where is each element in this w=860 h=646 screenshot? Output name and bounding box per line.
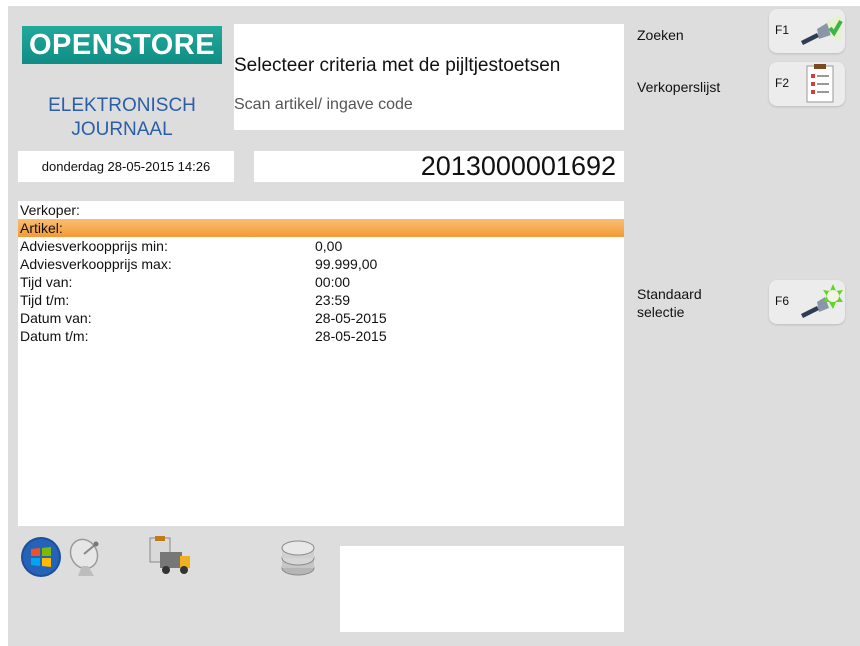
criteria-row-prijs-max[interactable]: Adviesverkoopprijs max: 99.999,00 [18, 255, 624, 273]
criteria-row-tijd-tm[interactable]: Tijd t/m: 23:59 [18, 291, 624, 309]
openstore-logo: OPENSTORE [22, 26, 222, 64]
zoeken-label: Zoeken [637, 27, 684, 43]
standaard-selectie-button[interactable]: F6 [769, 280, 845, 324]
criteria-label: Artikel: [20, 220, 63, 236]
criteria-label: Tijd t/m: [20, 292, 70, 308]
criteria-value: 00:00 [315, 274, 351, 290]
criteria-label: Adviesverkoopprijs min: [20, 238, 168, 254]
criteria-value: 23:59 [315, 292, 351, 308]
f6-key-label: F6 [775, 294, 790, 308]
delivery-truck-icon[interactable] [146, 536, 192, 576]
instruction-text: Selecteer criteria met de pijltjestoetse… [234, 55, 561, 76]
page-title-line2: JOURNAAL [71, 119, 173, 140]
f1-key-label: F1 [775, 23, 790, 37]
flashlight-star-icon [797, 282, 843, 322]
page-title-line1: ELEKTRONISCH [48, 95, 196, 116]
code-input[interactable]: 2013000001692 [254, 151, 624, 182]
criteria-row-verkoper[interactable]: Verkoper: [18, 201, 624, 219]
scan-prompt-text: Scan artikel/ ingave code [234, 96, 413, 113]
criteria-row-datum-tm[interactable]: Datum t/m: 28-05-2015 [18, 327, 624, 345]
flashlight-check-icon [797, 11, 843, 51]
status-message-panel [340, 546, 624, 632]
criteria-row-tijd-van[interactable]: Tijd van: 00:00 [18, 273, 624, 291]
criteria-label: Datum van: [20, 310, 92, 326]
satellite-dish-icon[interactable] [66, 536, 106, 578]
clipboard-list-icon [797, 64, 843, 104]
criteria-value: 28-05-2015 [315, 310, 387, 326]
criteria-label: Tijd van: [20, 274, 73, 290]
criteria-value: 99.999,00 [315, 256, 378, 272]
criteria-label: Datum t/m: [20, 328, 89, 344]
criteria-label: Verkoper: [20, 202, 80, 218]
verkoperslijst-button[interactable]: F2 [769, 62, 845, 106]
criteria-list[interactable]: Verkoper: Artikel: Adviesverkoopprijs mi… [18, 201, 624, 526]
criteria-row-artikel[interactable]: Artikel: [18, 219, 624, 237]
criteria-row-datum-van[interactable]: Datum van: 28-05-2015 [18, 309, 624, 327]
verkoperslijst-label: Verkoperslijst [637, 79, 721, 95]
standaard-selectie-label: Standaard selectie [637, 286, 702, 320]
message-panel: Selecteer criteria met de pijltjestoetse… [234, 24, 624, 130]
criteria-label: Adviesverkoopprijs max: [20, 256, 172, 272]
f2-key-label: F2 [775, 76, 790, 90]
database-icon[interactable] [278, 538, 318, 580]
page-title: ELEKTRONISCH JOURNAAL [22, 94, 222, 142]
zoeken-button[interactable]: F1 [769, 9, 845, 53]
criteria-row-prijs-min[interactable]: Adviesverkoopprijs min: 0,00 [18, 237, 624, 255]
datetime-display: donderdag 28-05-2015 14:26 [18, 151, 234, 182]
criteria-value: 28-05-2015 [315, 328, 387, 344]
criteria-value: 0,00 [315, 238, 343, 254]
windows-start-icon[interactable] [20, 536, 62, 578]
